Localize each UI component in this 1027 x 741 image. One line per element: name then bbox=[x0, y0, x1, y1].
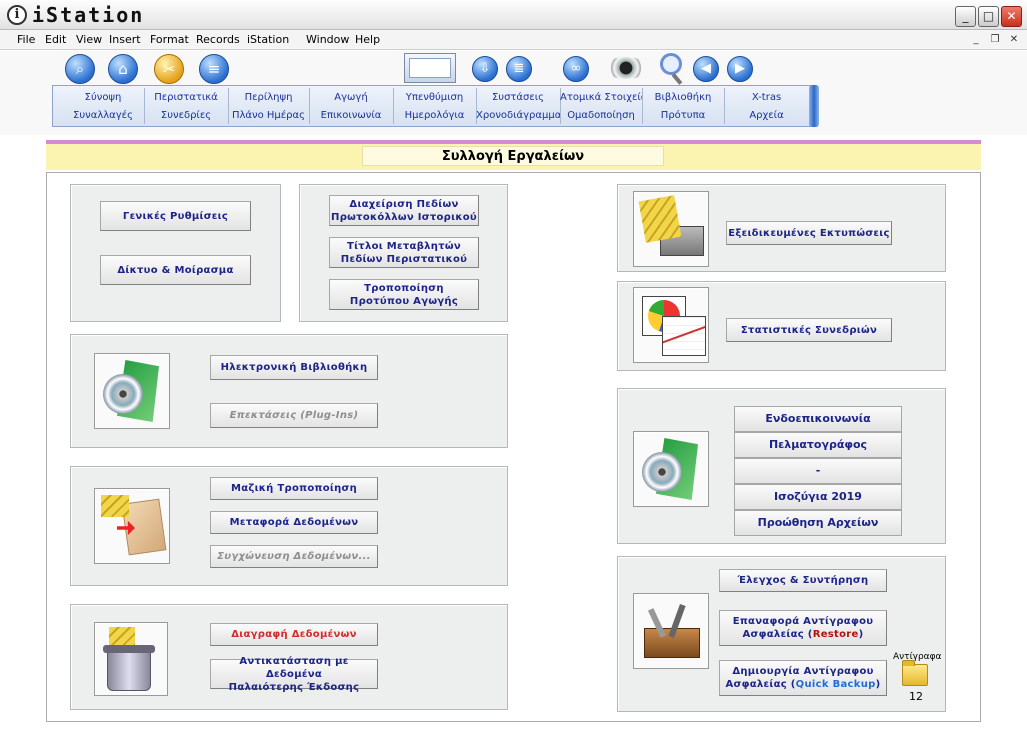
minimize-button[interactable]: _ bbox=[955, 6, 976, 27]
nav-summary[interactable]: Σύνοψη bbox=[62, 89, 144, 107]
general-settings-button[interactable]: Γενικές Ρυθμίσεις bbox=[100, 201, 251, 231]
library-disc-icon bbox=[94, 353, 170, 429]
backup-label-2: Ασφαλείας (Quick Backup) bbox=[725, 679, 881, 690]
session-statistics-button[interactable]: Στατιστικές Συνεδριών bbox=[726, 318, 892, 342]
backup-label-1: Δημιουργία Αντίγραφου bbox=[732, 666, 874, 677]
case-titles-label-2: Πεδίων Περιστατικού bbox=[340, 253, 468, 265]
bulk-edit-button[interactable]: Μαζική Τροποποίηση bbox=[210, 477, 378, 500]
eye-icon[interactable] bbox=[604, 57, 648, 79]
download-list-icon[interactable]: ≣ bbox=[506, 56, 532, 82]
check-maintenance-button[interactable]: Έλεγχος & Συντήρηση bbox=[719, 569, 887, 592]
treatment-template-button[interactable]: Τροποποίηση Προτύπου Αγωγής bbox=[329, 279, 479, 310]
nav-reminder[interactable]: Υπενθύμιση bbox=[393, 89, 476, 107]
nav-transactions[interactable]: Συναλλαγές bbox=[62, 107, 144, 125]
replace-older-version-button[interactable]: Αντικατάσταση με Δεδομένα Παλαιότερης Έκ… bbox=[210, 656, 378, 693]
communications-disc-icon bbox=[633, 431, 709, 507]
nav-sessions[interactable]: Συνεδρίες bbox=[144, 107, 228, 125]
toolbox-icon bbox=[633, 593, 709, 669]
magnifier-icon[interactable] bbox=[660, 53, 682, 75]
delete-data-button[interactable]: Διαγραφή Δεδομένων bbox=[210, 623, 378, 646]
menu-help[interactable]: Help bbox=[355, 33, 380, 46]
treatment-template-label-2: Προτύπου Αγωγής bbox=[349, 295, 459, 307]
menu-records[interactable]: Records bbox=[196, 33, 240, 46]
mdi-close-button[interactable]: ✕ bbox=[1006, 33, 1022, 47]
mdi-minimize-button[interactable]: _ bbox=[968, 33, 984, 47]
menu-format[interactable]: Format bbox=[150, 33, 189, 46]
empty-slot-button[interactable]: - bbox=[734, 458, 902, 484]
menu-file[interactable]: File bbox=[17, 33, 35, 46]
nav-day-plan[interactable]: Πλάνο Ημέρας bbox=[228, 107, 309, 125]
menu-view[interactable]: View bbox=[76, 33, 102, 46]
menu-bar: File Edit View Insert Format Records iSt… bbox=[0, 30, 1027, 50]
nav-treatment[interactable]: Αγωγή bbox=[309, 89, 393, 107]
treatment-template-label-1: Τροποποίηση bbox=[364, 282, 444, 294]
maximize-button[interactable]: □ bbox=[978, 6, 999, 27]
home-icon[interactable]: ⌂ bbox=[108, 54, 138, 84]
data-merge-button[interactable]: Συγχώνευση Δεδομένων... bbox=[210, 545, 378, 568]
balances-2019-button[interactable]: Ισοζύγια 2019 bbox=[734, 484, 902, 510]
menu-istation[interactable]: iStation bbox=[247, 33, 289, 46]
list-icon[interactable]: ≡ bbox=[199, 54, 229, 84]
quick-backup-button[interactable]: Δημιουργία Αντίγραφου Ασφαλείας (Quick B… bbox=[719, 660, 887, 696]
tools-icon[interactable]: ✂ bbox=[154, 54, 184, 84]
search-icon[interactable]: ⌕ bbox=[65, 54, 95, 84]
plugins-button[interactable]: Επεκτάσεις (Plug-Ins) bbox=[210, 403, 378, 428]
electronic-library-button[interactable]: Ηλεκτρονική Βιβλιοθήκη bbox=[210, 355, 378, 380]
file-forwarding-button[interactable]: Προώθηση Αρχείων bbox=[734, 510, 902, 536]
link-icon[interactable]: ∞ bbox=[563, 56, 589, 82]
title-bar: i iStation _ □ ✕ bbox=[0, 0, 1027, 30]
mdi-restore-button[interactable]: ❐ bbox=[987, 33, 1003, 47]
nav-schedule[interactable]: Χρονοδιάγραμμα bbox=[476, 107, 560, 125]
nav-library[interactable]: Βιβλιοθήκη bbox=[642, 89, 724, 107]
restore-label-2: Ασφαλείας (Restore) bbox=[742, 629, 864, 640]
case-variable-titles-button[interactable]: Τίτλοι Μεταβλητών Πεδίων Περιστατικού bbox=[329, 237, 479, 268]
nav-xtras[interactable]: X-tras bbox=[724, 89, 809, 107]
close-button[interactable]: ✕ bbox=[1001, 6, 1022, 27]
nav-cases[interactable]: Περιστατικά bbox=[144, 89, 228, 107]
backups-count: 12 bbox=[909, 690, 923, 703]
history-fields-label-1: Διαχείριση Πεδίων bbox=[349, 198, 459, 210]
back-icon[interactable]: ◀ bbox=[693, 56, 719, 82]
menu-insert[interactable]: Insert bbox=[109, 33, 141, 46]
intercom-button[interactable]: Ενδοεπικοινωνία bbox=[734, 406, 902, 432]
nav-communication[interactable]: Επικοινωνία bbox=[309, 107, 393, 125]
podography-button[interactable]: Πελματογράφος bbox=[734, 432, 902, 458]
statistics-chart-icon bbox=[633, 287, 709, 363]
replace-label-1: Αντικατάσταση με Δεδομένα bbox=[239, 655, 349, 680]
history-fields-label-2: Πρωτοκόλλων Ιστορικού bbox=[331, 211, 477, 223]
page-title: Συλλογή Εργαλείων bbox=[362, 146, 664, 166]
nav-grouping[interactable]: Ομαδοποίηση bbox=[560, 107, 642, 125]
app-logo-icon: i bbox=[7, 5, 27, 25]
printer-icon bbox=[633, 191, 709, 267]
nav-personal-data[interactable]: Ατομικά Στοιχεία bbox=[560, 89, 642, 107]
backups-label: Αντίγραφα bbox=[893, 652, 942, 662]
trash-icon bbox=[94, 622, 168, 696]
menu-edit[interactable]: Edit bbox=[45, 33, 66, 46]
replace-label-2: Παλαιότερης Έκδοσης bbox=[228, 681, 360, 693]
menu-window[interactable]: Window bbox=[306, 33, 349, 46]
custom-printouts-button[interactable]: Εξειδικευμένες Εκτυπώσεις bbox=[726, 221, 892, 245]
nav-recommendations[interactable]: Συστάσεις bbox=[476, 89, 560, 107]
nav-templates[interactable]: Πρότυπα bbox=[642, 107, 724, 125]
case-titles-label-1: Τίτλοι Μεταβλητών bbox=[346, 240, 462, 252]
nav-files[interactable]: Αρχεία bbox=[724, 107, 809, 125]
nav-calendars[interactable]: Ημερολόγια bbox=[393, 107, 476, 125]
restore-backup-button[interactable]: Επαναφορά Αντίγραφου Ασφαλείας (Restore) bbox=[719, 610, 887, 646]
data-transfer-button[interactable]: Μεταφορά Δεδομένων bbox=[210, 511, 378, 534]
window-preview-icon[interactable] bbox=[404, 53, 456, 83]
data-transfer-icon bbox=[94, 488, 170, 564]
window-title: iStation bbox=[32, 3, 145, 27]
backup-folder-icon[interactable] bbox=[902, 660, 928, 686]
nav-abstract[interactable]: Περίληψη bbox=[228, 89, 309, 107]
network-sharing-button[interactable]: Δίκτυο & Μοίρασμα bbox=[100, 255, 251, 285]
history-fields-button[interactable]: Διαχείριση Πεδίων Πρωτοκόλλων Ιστορικού bbox=[329, 195, 479, 226]
download-icon[interactable]: ⇩ bbox=[472, 56, 498, 82]
restore-label-1: Επαναφορά Αντίγραφου bbox=[732, 616, 874, 627]
nav-strip-right-cap bbox=[809, 85, 819, 127]
forward-icon[interactable]: ▶ bbox=[727, 56, 753, 82]
